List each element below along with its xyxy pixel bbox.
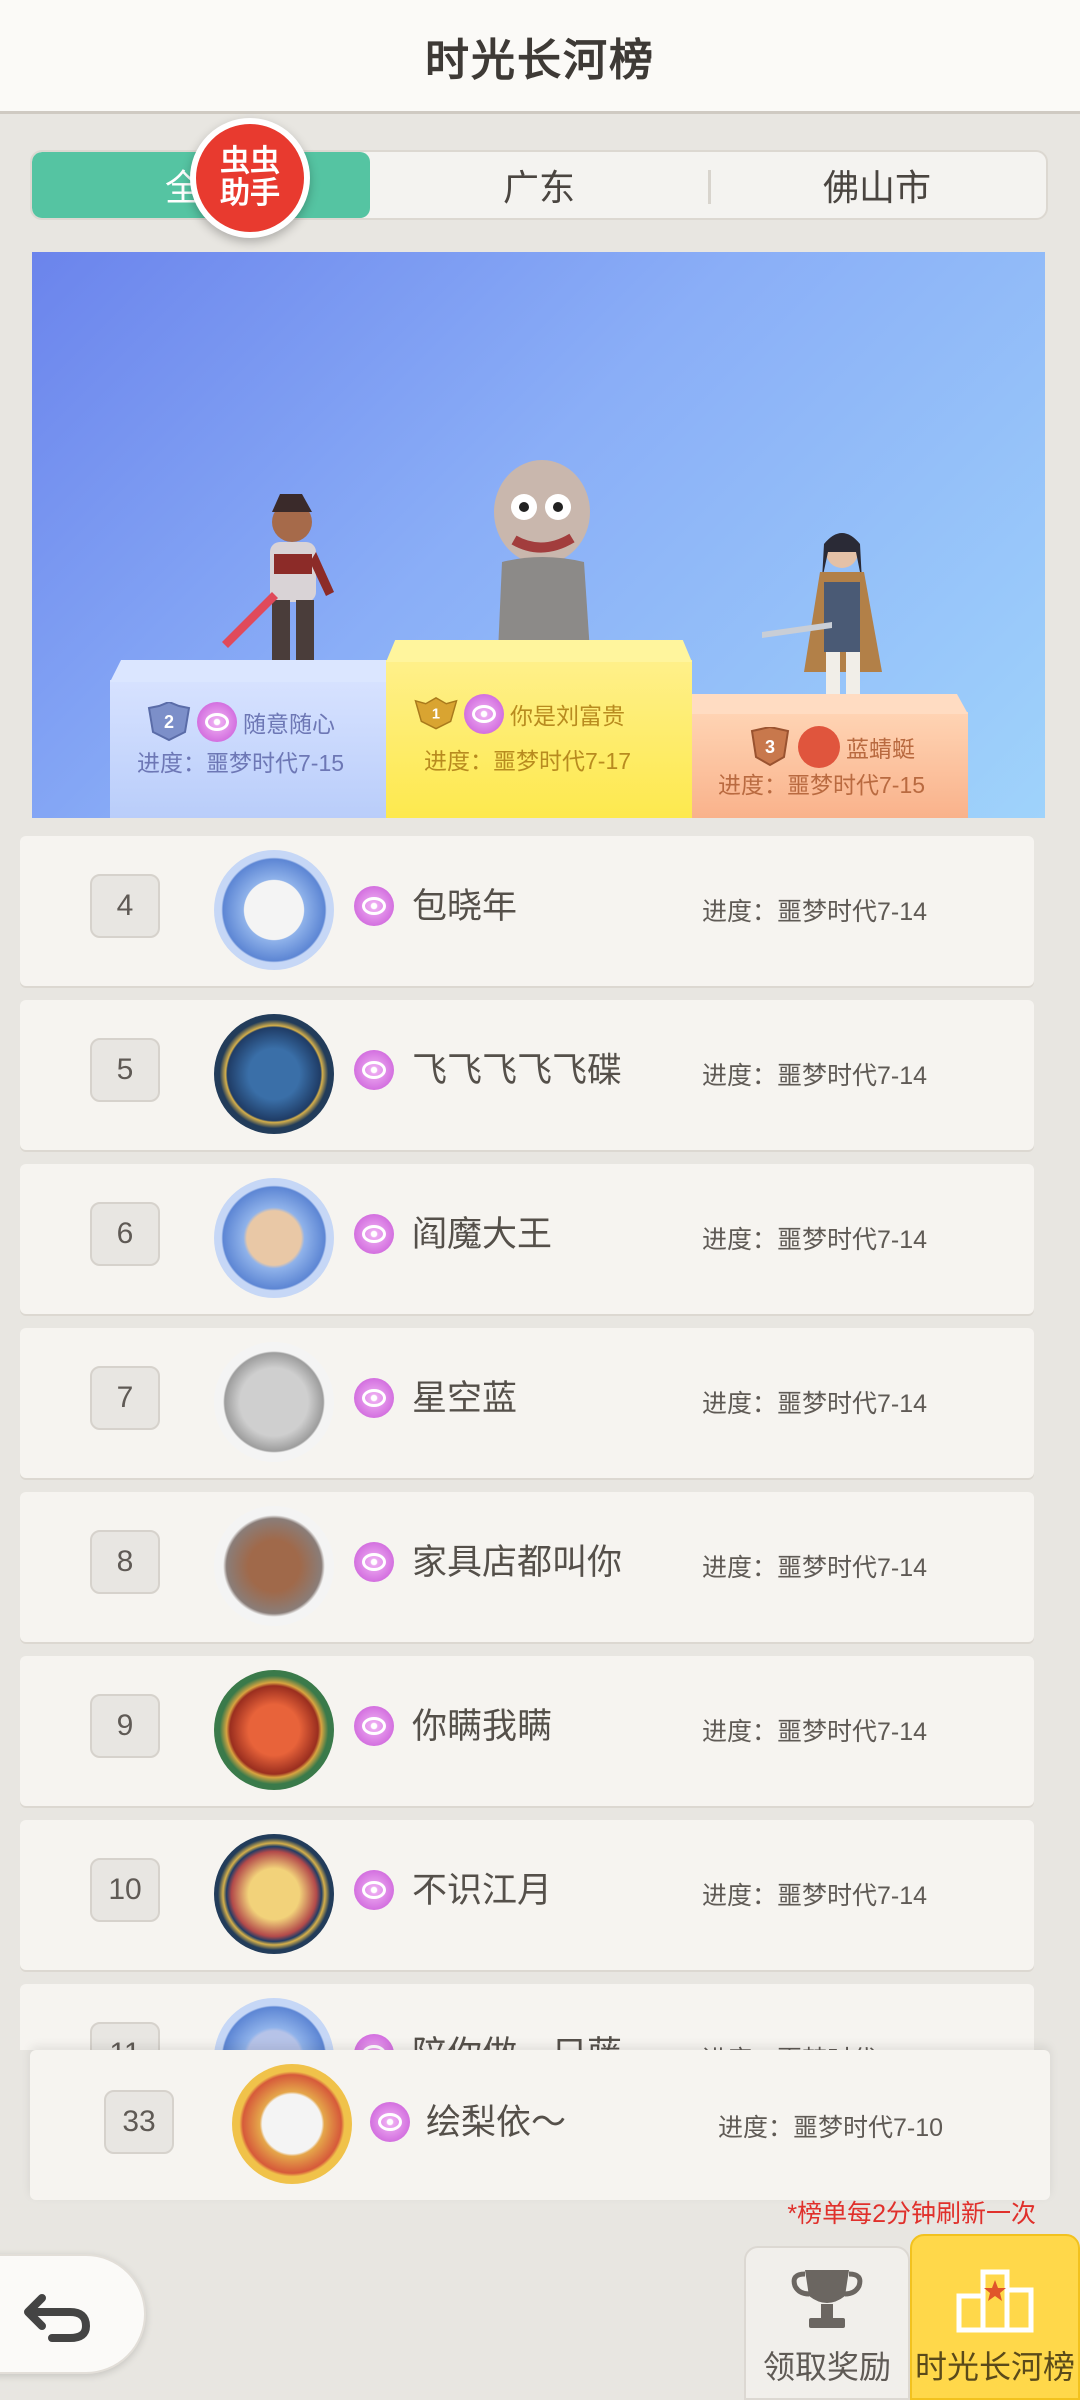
bronze-medal-icon: 3 bbox=[748, 727, 792, 767]
rank-number: 4 bbox=[90, 874, 160, 938]
table-row[interactable]: 10 不识江月 进度：噩梦时代7-14 bbox=[20, 1820, 1034, 1970]
player-name: 阎魔大王 bbox=[412, 1215, 553, 1254]
claim-reward-label: 领取奖励 bbox=[762, 2349, 891, 2385]
tab-guangdong[interactable]: 广东 bbox=[370, 152, 708, 218]
time-river-board-label: 时光长河榜 bbox=[914, 2349, 1075, 2385]
rank-number: 5 bbox=[90, 1038, 160, 1102]
table-row[interactable]: 11 陪你做一只藤 进度：噩梦时代7-14 bbox=[20, 1984, 1034, 2050]
svg-text:3: 3 bbox=[765, 737, 775, 757]
avatar[interactable] bbox=[214, 1178, 334, 1298]
eye-icon bbox=[354, 1050, 394, 1090]
tab-foshan[interactable]: 佛山市 bbox=[708, 152, 1046, 218]
player-name: 星空蓝 bbox=[412, 1379, 518, 1418]
player-name: 家具店都叫你 bbox=[412, 1543, 623, 1582]
avatar[interactable] bbox=[214, 1014, 334, 1134]
claim-reward-button[interactable]: 领取奖励 bbox=[744, 2246, 910, 2400]
player-progress: 进度：噩梦时代7-14 bbox=[702, 1390, 928, 1418]
back-button[interactable] bbox=[0, 2254, 146, 2374]
my-rank-row[interactable]: 33 绘梨依～ 进度：噩梦时代7-10 bbox=[30, 2050, 1050, 2200]
table-row[interactable]: 9 你瞒我瞒 进度：噩梦时代7-14 bbox=[20, 1656, 1034, 1806]
refresh-note: *榜单每2分钟刷新一次 bbox=[787, 2200, 1036, 2228]
rank-number: 7 bbox=[90, 1366, 160, 1430]
svg-text:2: 2 bbox=[164, 712, 174, 732]
player-progress: 进度：噩梦时代7-14 bbox=[702, 1062, 928, 1090]
ranking-list[interactable]: 4 包晓年 进度：噩梦时代7-14 5 飞飞飞飞飞碟 进度：噩梦时代7-14 6… bbox=[20, 836, 1034, 2050]
podium-second-info: 2 随意随心 bbox=[147, 702, 335, 742]
eye-icon bbox=[354, 1706, 394, 1746]
avatar[interactable] bbox=[214, 1342, 334, 1462]
player-progress: 进度：噩梦时代7-14 bbox=[702, 1554, 928, 1582]
player-progress: 进度：噩梦时代7-14 bbox=[702, 1226, 928, 1254]
rank-number: 10 bbox=[90, 1858, 160, 1922]
eye-icon bbox=[354, 1214, 394, 1254]
eye-icon bbox=[197, 702, 237, 742]
avatar[interactable] bbox=[214, 850, 334, 970]
player-progress: 进度：噩梦时代7-14 bbox=[702, 1718, 928, 1746]
app-root: 时光长河榜 全国 广东 佛山市 虫虫 助手 bbox=[0, 0, 1080, 2400]
avatar[interactable] bbox=[214, 1670, 334, 1790]
first-name: 你是刘富贵 bbox=[510, 703, 625, 729]
podium-star-icon bbox=[956, 2269, 1034, 2333]
silver-medal-icon: 2 bbox=[147, 702, 191, 742]
rank-number: 6 bbox=[90, 1202, 160, 1266]
eye-icon bbox=[464, 694, 504, 734]
my-rank-number: 33 bbox=[104, 2090, 174, 2154]
second-progress: 进度：噩梦时代7-15 bbox=[137, 750, 345, 776]
rank-number: 9 bbox=[90, 1694, 160, 1758]
back-arrow-icon bbox=[24, 2294, 91, 2342]
eye-icon bbox=[354, 1542, 394, 1582]
avatar[interactable] bbox=[214, 1834, 334, 1954]
my-name: 绘梨依～ bbox=[426, 2103, 567, 2142]
eye-icon bbox=[354, 1378, 394, 1418]
first-place-character bbox=[494, 460, 590, 662]
gold-medal-icon: 1 bbox=[414, 694, 458, 734]
podium-third-info: 3 蓝蜻蜓 bbox=[748, 726, 915, 768]
my-progress: 进度：噩梦时代7-10 bbox=[718, 2114, 944, 2142]
player-name: 飞飞飞飞飞碟 bbox=[412, 1051, 623, 1090]
second-name: 随意随心 bbox=[243, 711, 335, 737]
avatar[interactable] bbox=[214, 1506, 334, 1626]
my-avatar[interactable] bbox=[232, 2064, 352, 2184]
svg-text:1: 1 bbox=[432, 706, 440, 722]
eye-icon bbox=[354, 1870, 394, 1910]
table-row[interactable]: 8 家具店都叫你 进度：噩梦时代7-14 bbox=[20, 1492, 1034, 1642]
player-progress: 进度：噩梦时代7-14 bbox=[702, 1882, 928, 1910]
rank-number: 8 bbox=[90, 1530, 160, 1594]
third-name: 蓝蜻蜓 bbox=[846, 736, 915, 762]
region-tabs: 全国 广东 佛山市 bbox=[30, 150, 1048, 220]
avatar[interactable] bbox=[214, 1998, 334, 2050]
third-progress: 进度：噩梦时代7-15 bbox=[718, 772, 926, 798]
second-place-character bbox=[222, 494, 334, 660]
player-name: 包晓年 bbox=[412, 887, 518, 926]
trophy-icon bbox=[791, 2270, 863, 2328]
player-name: 不识江月 bbox=[412, 1871, 553, 1910]
player-progress: 进度：噩梦时代7-14 bbox=[702, 2040, 927, 2050]
eye-icon bbox=[370, 2102, 410, 2142]
eye-icon bbox=[354, 2034, 394, 2050]
rank-number: 11 bbox=[90, 2022, 160, 2050]
page-title: 时光长河榜 bbox=[425, 35, 655, 85]
table-row[interactable]: 7 星空蓝 进度：噩梦时代7-14 bbox=[20, 1328, 1034, 1478]
player-name: 你瞒我瞒 bbox=[412, 1707, 553, 1746]
floating-assistant-badge[interactable]: 虫虫 助手 bbox=[190, 118, 310, 238]
table-row[interactable]: 5 飞飞飞飞飞碟 进度：噩梦时代7-14 bbox=[20, 1000, 1034, 1150]
player-name: 陪你做一只藤 bbox=[412, 2026, 622, 2050]
podium-first-info: 1 你是刘富贵 bbox=[414, 694, 625, 734]
third-place-character bbox=[762, 533, 882, 707]
first-progress: 进度：噩梦时代7-17 bbox=[424, 748, 632, 774]
top-three-podium: 2 随意随心 进度：噩梦时代7-15 1 你是刘富贵 进度：噩梦时代7-17 3… bbox=[32, 252, 1045, 818]
table-row[interactable]: 6 阎魔大王 进度：噩梦时代7-14 bbox=[20, 1164, 1034, 1314]
table-row[interactable]: 4 包晓年 进度：噩梦时代7-14 bbox=[20, 836, 1034, 986]
header-bar: 时光长河榜 bbox=[0, 0, 1080, 114]
player-badge-icon bbox=[798, 726, 840, 768]
time-river-board-button[interactable]: 时光长河榜 bbox=[910, 2234, 1080, 2400]
podium-block-first bbox=[386, 660, 692, 818]
player-progress: 进度：噩梦时代7-14 bbox=[702, 898, 928, 926]
eye-icon bbox=[354, 886, 394, 926]
